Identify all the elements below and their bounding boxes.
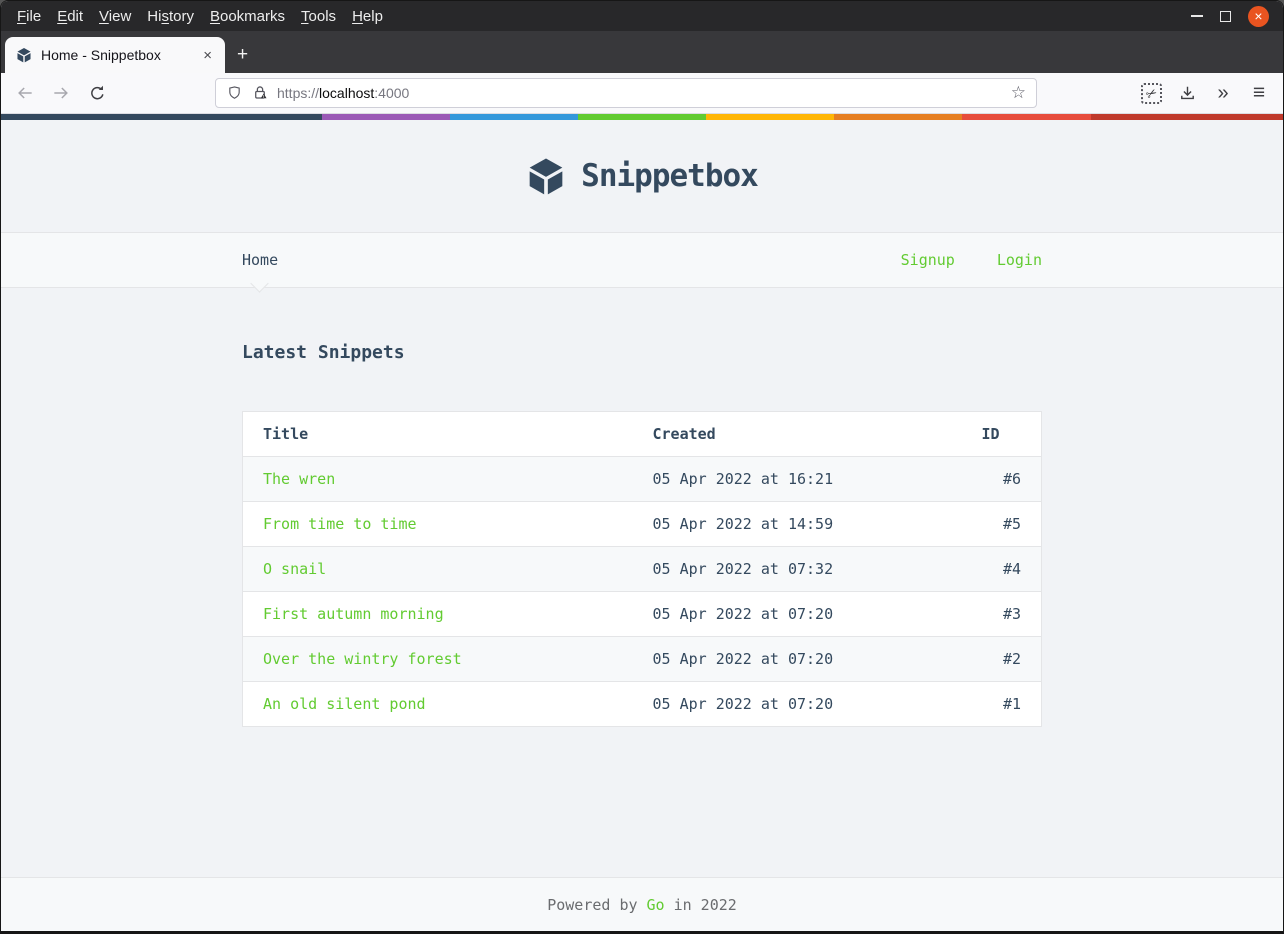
snippet-id-cell: #6 <box>1002 470 1021 488</box>
nav-link-login[interactable]: Login <box>997 251 1042 269</box>
back-button[interactable] <box>13 81 37 105</box>
window-controls: × <box>1191 5 1275 27</box>
snippet-title-link[interactable]: Over the wintry forest <box>263 650 462 668</box>
snippet-title-cell: First autumn morning <box>242 591 633 637</box>
menu-view[interactable]: View <box>91 5 139 28</box>
table-row: First autumn morning 05 Apr 2022 at 07:2… <box>242 591 1042 637</box>
screenshot-tool-button[interactable]: ✂ <box>1139 81 1163 105</box>
menu-tools[interactable]: Tools <box>293 5 344 28</box>
site-header: Snippetbox <box>1 120 1283 232</box>
column-header-id: ID <box>961 411 1042 457</box>
snippets-table: Title Created ID The wren 05 Apr 2022 at… <box>242 411 1042 727</box>
menu-bar: File Edit View History Bookmarks Tools Help × <box>1 1 1283 31</box>
snippet-created-cell: 05 Apr 2022 at 07:20 <box>632 591 962 637</box>
snippet-created-cell: 05 Apr 2022 at 16:21 <box>652 470 834 488</box>
menu-help[interactable]: Help <box>344 5 391 28</box>
back-arrow-icon <box>18 87 32 99</box>
menu-history[interactable]: History <box>139 5 202 28</box>
menu-items: File Edit View History Bookmarks Tools Help <box>9 5 391 28</box>
snippet-created-cell: 05 Apr 2022 at 07:20 <box>632 636 962 682</box>
tracking-protection-shield-icon[interactable] <box>226 85 243 102</box>
close-window-button[interactable]: × <box>1248 5 1269 27</box>
snippet-title-link[interactable]: First autumn morning <box>263 605 444 623</box>
download-icon <box>1180 86 1194 99</box>
tab-close-icon[interactable]: × <box>198 47 217 64</box>
bookmark-star-icon[interactable]: ☆ <box>1011 83 1026 103</box>
site-nav: Home Signup Login <box>1 232 1283 293</box>
new-tab-button[interactable]: + <box>225 37 260 73</box>
column-header-created: Created <box>632 411 962 457</box>
forward-arrow-icon <box>54 87 68 99</box>
reload-button[interactable] <box>85 81 109 105</box>
table-row: An old silent pond 05 Apr 2022 at 07:20 … <box>242 681 1042 727</box>
overflow-chevron-icon[interactable]: » <box>1211 81 1235 105</box>
snippet-created-cell: 05 Apr 2022 at 07:20 <box>632 681 962 727</box>
footer-go-link[interactable]: Go <box>647 896 665 914</box>
snippetbox-logo-cube-icon <box>529 158 563 195</box>
menu-bookmarks[interactable]: Bookmarks <box>202 5 293 28</box>
url-text[interactable]: https://localhost:4000 <box>277 85 1003 101</box>
snippet-title-link[interactable]: An old silent pond <box>263 695 426 713</box>
table-row: The wren 05 Apr 2022 at 16:21 #6 <box>242 456 1042 502</box>
browser-toolbar: https://localhost:4000 ☆ ✂ » ≡ <box>1 73 1283 114</box>
scissors-icon: ✂ <box>1140 82 1162 104</box>
table-row: From time to time 05 Apr 2022 at 14:59 #… <box>242 501 1042 547</box>
snippetbox-favicon-cube-icon <box>17 48 31 63</box>
snippet-id-cell: #2 <box>961 636 1042 682</box>
snippet-created-cell: 05 Apr 2022 at 07:32 <box>632 546 962 592</box>
maximize-button[interactable] <box>1220 10 1231 22</box>
menu-edit[interactable]: Edit <box>49 5 91 28</box>
nav-link-signup[interactable]: Signup <box>901 251 955 269</box>
menu-file[interactable]: File <box>9 5 49 28</box>
downloads-button[interactable] <box>1175 81 1199 105</box>
snippet-title-link[interactable]: From time to time <box>263 515 417 533</box>
footer-text-prefix: Powered by <box>547 895 638 914</box>
tab-bar: Home - Snippetbox × + <box>1 31 1283 73</box>
snippet-title-cell: The wren <box>243 457 633 502</box>
forward-button[interactable] <box>49 81 73 105</box>
column-header-title: Title <box>242 411 633 457</box>
page-heading: Latest Snippets <box>242 342 405 363</box>
tab-home-snippetbox[interactable]: Home - Snippetbox × <box>5 37 225 73</box>
snippet-created-cell: 05 Apr 2022 at 14:59 <box>632 501 962 547</box>
snippet-title-cell: Over the wintry forest <box>242 636 633 682</box>
site-title[interactable]: Snippetbox <box>581 158 759 194</box>
table-header-row: Title Created ID <box>242 411 1042 457</box>
table-row: O snail 05 Apr 2022 at 07:32 #4 <box>242 546 1042 592</box>
table-row: Over the wintry forest 05 Apr 2022 at 07… <box>242 636 1042 682</box>
snippet-id-cell: #3 <box>961 591 1042 637</box>
snippet-title-link[interactable]: O snail <box>263 560 326 578</box>
snippet-id-cell: #1 <box>961 681 1042 727</box>
nav-link-home[interactable]: Home <box>242 251 278 269</box>
tab-title: Home - Snippetbox <box>41 47 161 63</box>
minimize-button[interactable] <box>1191 15 1203 17</box>
hamburger-menu-icon[interactable]: ≡ <box>1247 81 1271 105</box>
footer-text-suffix: in 2022 <box>673 895 737 914</box>
snippet-title-cell: From time to time <box>242 501 633 547</box>
snippet-id-cell: #5 <box>961 501 1042 547</box>
snippet-title-cell: O snail <box>242 546 633 592</box>
snippet-title-link[interactable]: The wren <box>263 470 335 488</box>
snippet-id-cell: #4 <box>961 546 1042 592</box>
main-area: Latest Snippets Title Created ID The wre… <box>1 288 1283 877</box>
reload-icon <box>90 85 104 99</box>
snippet-title-cell: An old silent pond <box>242 681 633 727</box>
site-footer: Powered by Go in 2022 <box>1 877 1283 931</box>
browser-window: File Edit View History Bookmarks Tools Help × … <box>0 0 1284 934</box>
url-bar[interactable]: https://localhost:4000 ☆ <box>215 78 1037 108</box>
connection-lock-warning-icon[interactable] <box>251 84 269 102</box>
page-content: Snippetbox Home Signup Login Latest Snip… <box>1 120 1283 931</box>
